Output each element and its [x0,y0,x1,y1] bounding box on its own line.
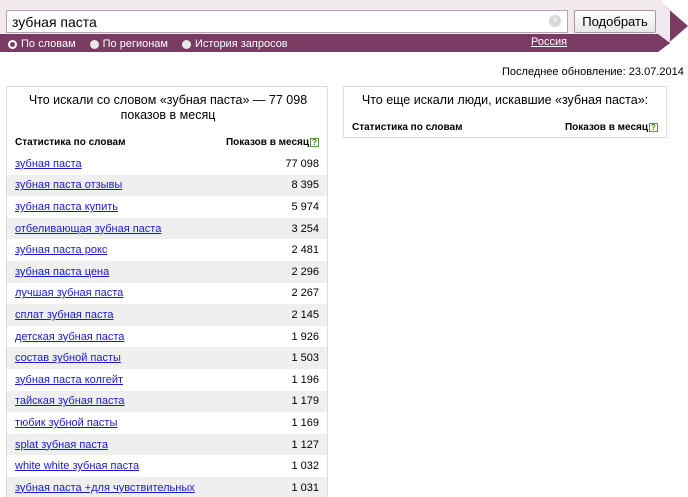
mode-query-history[interactable]: История запросов [182,37,288,51]
impressions-count: 77 098 [285,157,319,170]
keyword-link[interactable]: зубная паста [15,158,82,170]
search-input[interactable] [6,10,568,33]
mode-by-words[interactable]: По словам [8,37,76,51]
mode-by-regions[interactable]: По регионам [89,37,168,51]
search-header: × Подобрать По словам По регионам Истори… [0,0,688,52]
keyword-link[interactable]: отбеливающая зубная паста [15,223,161,235]
impressions-count: 1 503 [291,352,319,365]
impressions-count: 8 395 [291,179,319,192]
last-updated: Последнее обновление: 23.07.2014 [502,66,684,78]
table-row: тюбик зубной пасты 1 169 [7,412,327,434]
mode-label: По словам [21,38,76,50]
search-mode-group: По словам По регионам История запросов [8,37,288,51]
impressions-count: 2 267 [291,287,319,300]
impressions-count: 1 926 [291,330,319,343]
impressions-count: 3 254 [291,222,319,235]
keyword-link[interactable]: тюбик зубной пасты [15,417,117,429]
table-row: зубная паста +для чувствительных 1 031 [7,476,327,497]
impressions-count: 1 127 [291,438,319,451]
keyword-link[interactable]: зубная паста купить [15,201,118,213]
keyword-link[interactable]: сплат зубная паста [15,309,114,321]
keyword-link[interactable]: зубная паста +для чувствительных [15,482,195,494]
table-row: лучшая зубная паста 2 267 [7,283,327,305]
table-row: зубная паста купить 5 974 [7,196,327,218]
table-row: white white зубная паста 1 032 [7,455,327,477]
table-row: зубная паста колгейт 1 196 [7,369,327,391]
table-row: состав зубной пасты 1 503 [7,347,327,369]
impressions-count: 1 031 [291,481,319,494]
keyword-link[interactable]: white white зубная паста [15,460,139,472]
impressions-count: 1 196 [291,373,319,386]
table-row: отбеливающая зубная паста 3 254 [7,217,327,240]
keyword-link[interactable]: детская зубная паста [15,331,124,343]
keyword-link[interactable]: зубная паста рокс [15,244,107,256]
column-count-label: Показов в месяц [225,136,309,148]
table-row: зубная паста рокс 2 481 [7,239,327,261]
keyword-link[interactable]: тайская зубная паста [15,395,125,407]
impressions-count: 1 169 [291,416,319,429]
impressions-count: 2 481 [291,244,319,257]
column-keyword: Статистика по словам [352,121,463,133]
column-count-label: Показов в месяц [564,121,648,133]
table-row: детская зубная паста 1 926 [7,326,327,348]
keywords-panel: Что искали со словом «зубная паста» — 77… [6,86,328,497]
impressions-count: 5 974 [291,200,319,213]
keyword-link[interactable]: зубная паста цена [15,266,109,278]
table-row: зубная паста отзывы 8 395 [7,174,327,197]
keyword-link[interactable]: состав зубной пасты [15,352,121,364]
region-link[interactable]: Россия [531,36,567,48]
table-row: сплат зубная паста 2 145 [7,304,327,326]
impressions-count: 1 179 [291,395,319,408]
help-icon[interactable]: ? [310,137,319,147]
mode-label: История запросов [195,38,288,50]
clear-input-icon[interactable]: × [549,15,561,27]
impressions-count: 2 145 [291,308,319,321]
related-panel-title: Что еще искали люди, искавшие «зубная па… [361,93,649,107]
column-count: Показов в месяц? [226,137,319,148]
radio-icon[interactable] [182,39,191,49]
table-row: зубная паста цена 2 296 [7,260,327,283]
keywords-panel-title: Что искали со словом «зубная паста» — 77… [28,93,308,122]
submit-button[interactable]: Подобрать [574,10,656,33]
help-icon[interactable]: ? [649,122,658,132]
keyword-link[interactable]: splat зубная паста [15,439,108,451]
wordstat-page: × Подобрать По словам По регионам Истори… [0,0,688,497]
column-count: Показов в месяц? [565,122,658,133]
table-row: splat зубная паста 1 127 [7,433,327,456]
related-panel: Что еще искали люди, искавшие «зубная па… [343,86,667,138]
related-table-header: Статистика по словам Показов в месяц? [344,120,666,134]
mode-label: По регионам [102,38,168,50]
impressions-count: 2 296 [291,265,319,278]
keyword-link[interactable]: лучшая зубная паста [15,287,123,299]
impressions-count: 1 032 [291,460,319,473]
radio-selected-icon[interactable] [8,39,17,49]
radio-icon[interactable] [89,39,99,49]
table-row: тайская зубная паста 1 179 [7,390,327,413]
keyword-link[interactable]: зубная паста колгейт [15,374,123,386]
keywords-table-header: Статистика по словам Показов в месяц? [7,135,327,149]
keyword-link[interactable]: зубная паста отзывы [15,179,122,191]
column-keyword: Статистика по словам [15,136,126,148]
table-row: зубная паста 77 098 [7,153,327,175]
keywords-table: зубная паста 77 098 зубная паста отзывы 8 3… [7,153,327,497]
